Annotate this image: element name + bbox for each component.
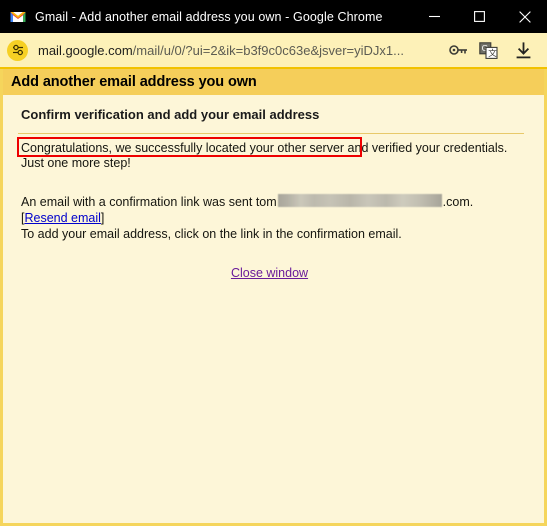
instruction-line: To add your email address, click on the …: [21, 227, 402, 241]
svg-text:文: 文: [488, 48, 497, 58]
congratulations-line-1: Congratulations, we successfully located…: [21, 141, 532, 156]
title-bar: Gmail - Add another email address you ow…: [0, 0, 547, 33]
maximize-button[interactable]: [457, 0, 502, 33]
email-sent-prefix: An email with a confirmation link was se…: [21, 195, 267, 209]
toolbar-icon-group: G 文: [443, 33, 547, 67]
download-icon[interactable]: [503, 33, 543, 67]
page-content: Add another email address you own Confir…: [0, 69, 547, 526]
content-area: Confirm verification and add your email …: [3, 107, 544, 282]
resend-email-line: [Resend email]: [21, 211, 532, 226]
close-button[interactable]: [502, 0, 547, 33]
congratulations-line-2: Just one more step!: [21, 156, 131, 170]
address-bar[interactable]: mail.google.com/mail/u/0/?ui=2&ik=b3f9c0…: [38, 43, 443, 58]
minimize-button[interactable]: [412, 0, 457, 33]
browser-window: Gmail - Add another email address you ow…: [0, 0, 547, 526]
congratulations-rest-text: and verified your credentials.: [344, 141, 508, 155]
section-heading: Confirm verification and add your email …: [21, 107, 320, 122]
window-controls: [412, 0, 547, 33]
page-title: Add another email address you own: [11, 74, 257, 90]
close-window-row: Close window: [15, 264, 532, 282]
email-visible-end: .com: [442, 195, 470, 209]
section-divider: [18, 133, 524, 134]
window-title: Gmail - Add another email address you ow…: [35, 9, 383, 24]
congratulations-block: Congratulations, we successfully located…: [15, 137, 532, 171]
close-window-link[interactable]: Close window: [231, 266, 308, 280]
url-host: mail.google.com: [38, 42, 133, 58]
gmail-logo-icon: [10, 9, 26, 25]
redacted-email-blur: [277, 194, 442, 207]
email-confirmation-block: An email with a confirmation link was se…: [15, 193, 532, 242]
browser-toolbar: mail.google.com/mail/u/0/?ui=2&ik=b3f9c0…: [0, 33, 547, 69]
password-key-icon[interactable]: [443, 33, 473, 67]
bracket-close: ]: [100, 211, 105, 225]
email-visible-start: m: [266, 195, 277, 209]
translate-icon[interactable]: G 文: [473, 33, 503, 67]
congratulations-highlighted-text: Congratulations, we successfully located…: [21, 141, 345, 155]
url-path: /mail/u/0/?ui=2&ik=b3f9c0c63e&jsver=yiDJ…: [132, 42, 404, 58]
site-settings-sliders-icon[interactable]: [7, 39, 28, 61]
page-header-band: Add another email address you own: [3, 69, 544, 95]
resend-email-link[interactable]: Resend email: [24, 211, 100, 225]
email-sent-suffix: .: [469, 195, 474, 209]
email-sent-line: An email with a confirmation link was se…: [21, 193, 532, 210]
